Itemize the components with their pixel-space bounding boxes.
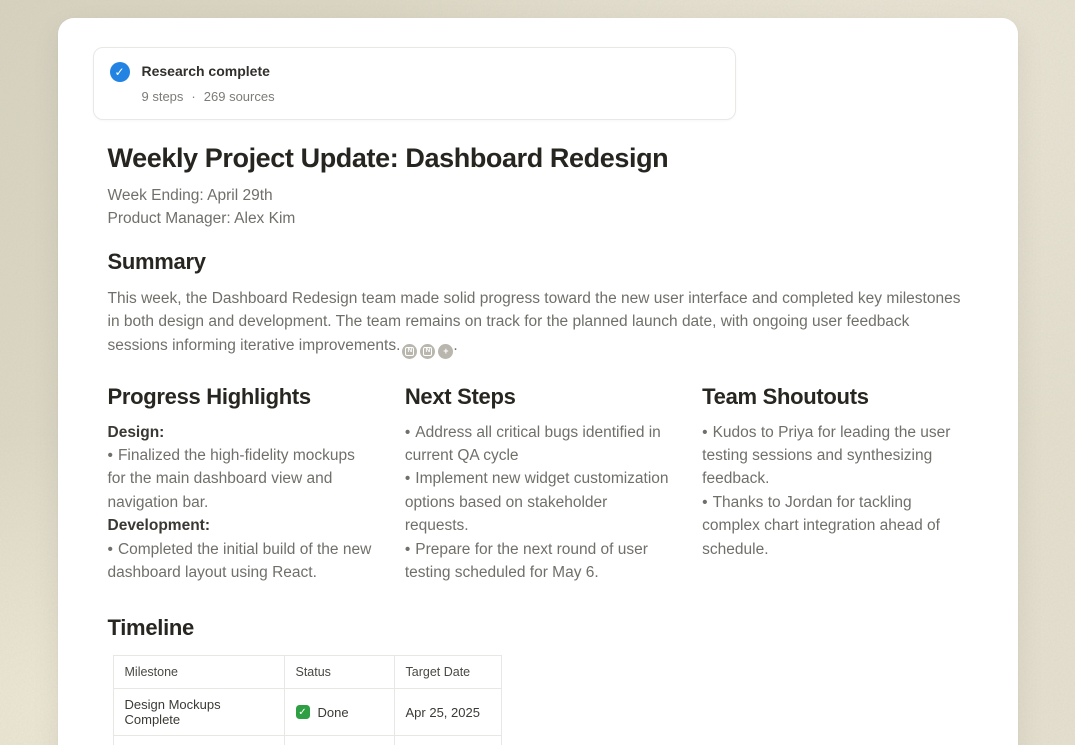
timeline-section: Timeline Milestone Status Target Date De… xyxy=(108,614,968,745)
bullet-marker: • xyxy=(405,424,410,441)
notion-source-icon[interactable]: N xyxy=(420,344,435,359)
steps-count: 9 steps xyxy=(142,89,184,104)
columns-section: Progress Highlights Design: •Finalized t… xyxy=(108,383,968,585)
document-page: ✓ Research complete 9 steps · 269 source… xyxy=(58,18,1018,745)
bullet-item: •Implement new widget customization opti… xyxy=(405,467,670,537)
research-complete-banner[interactable]: ✓ Research complete 9 steps · 269 source… xyxy=(93,47,736,120)
timeline-table: Milestone Status Target Date Design Mock… xyxy=(113,655,502,745)
bullet-marker: • xyxy=(108,541,113,558)
bullet-item: •Finalized the high-fidelity mockups for… xyxy=(108,444,373,514)
meta-separator: · xyxy=(191,89,195,104)
column-next-steps: Next Steps •Address all critical bugs id… xyxy=(405,383,670,585)
sources-count: 269 sources xyxy=(204,89,275,104)
research-meta: 9 steps · 269 sources xyxy=(142,89,275,104)
summary-paragraph: This week, the Dashboard Redesign team m… xyxy=(108,287,968,359)
research-complete-check-icon: ✓ xyxy=(110,62,130,82)
bullet-marker: • xyxy=(702,424,707,441)
table-row: Initial Dev Build ✓Done Apr 28, 2025 xyxy=(113,736,501,745)
status-cell: ✓Done xyxy=(284,736,394,745)
bullet-marker: • xyxy=(702,494,707,511)
status-cell: ✓Done xyxy=(284,689,394,736)
bullet-marker: • xyxy=(108,447,113,464)
slack-source-icon[interactable]: + xyxy=(438,344,453,359)
bullet-marker: • xyxy=(405,470,410,487)
meta-week-ending: Week Ending: April 29th xyxy=(108,184,968,207)
table-header-row: Milestone Status Target Date xyxy=(113,656,501,689)
done-check-icon: ✓ xyxy=(296,705,310,719)
summary-text: This week, the Dashboard Redesign team m… xyxy=(108,290,961,354)
summary-period: . xyxy=(453,337,457,354)
milestone-cell: Initial Dev Build xyxy=(113,736,284,745)
column-team-shoutouts: Team Shoutouts •Kudos to Priya for leadi… xyxy=(702,383,967,585)
bullet-item: •Address all critical bugs identified in… xyxy=(405,421,670,468)
research-complete-title: Research complete xyxy=(142,63,275,80)
column-progress-highlights: Progress Highlights Design: •Finalized t… xyxy=(108,383,373,585)
bullet-item: •Thanks to Jordan for tackling complex c… xyxy=(702,491,967,561)
citation-group: NN+ xyxy=(402,344,453,359)
bullet-item: •Prepare for the next round of user test… xyxy=(405,538,670,585)
banner-text-block: Research complete 9 steps · 269 sources xyxy=(142,63,275,104)
notion-source-icon[interactable]: N xyxy=(402,344,417,359)
bullet-item: •Kudos to Priya for leading the user tes… xyxy=(702,421,967,491)
header-target-date: Target Date xyxy=(394,656,501,689)
page-title: Weekly Project Update: Dashboard Redesig… xyxy=(108,142,968,174)
date-cell: Apr 25, 2025 xyxy=(394,689,501,736)
bullet-item: •Completed the initial build of the new … xyxy=(108,538,373,585)
timeline-heading: Timeline xyxy=(108,614,968,641)
header-status: Status xyxy=(284,656,394,689)
next-steps-heading: Next Steps xyxy=(405,383,670,410)
progress-highlights-heading: Progress Highlights xyxy=(108,383,373,410)
meta-product-manager: Product Manager: Alex Kim xyxy=(108,207,968,230)
date-cell: Apr 28, 2025 xyxy=(394,736,501,745)
table-row: Design Mockups Complete ✓Done Apr 25, 20… xyxy=(113,689,501,736)
summary-heading: Summary xyxy=(108,248,968,275)
team-shoutouts-heading: Team Shoutouts xyxy=(702,383,967,410)
bullet-marker: • xyxy=(405,541,410,558)
bold-label: Design: xyxy=(108,421,373,444)
milestone-cell: Design Mockups Complete xyxy=(113,689,284,736)
header-milestone: Milestone xyxy=(113,656,284,689)
bold-label: Development: xyxy=(108,514,373,537)
